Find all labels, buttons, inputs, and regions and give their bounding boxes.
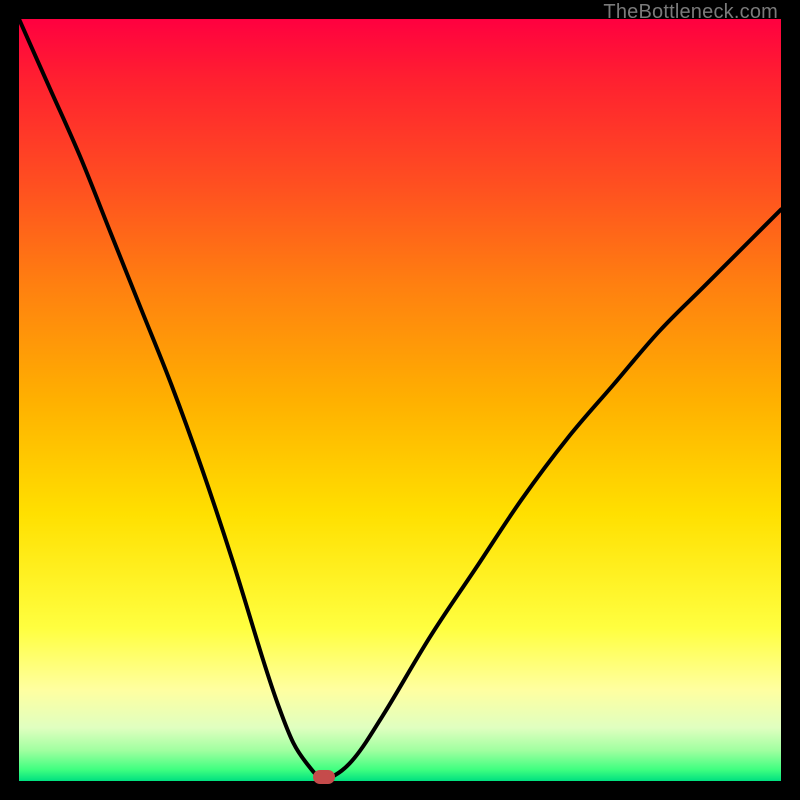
curve-path [19, 19, 781, 779]
watermark-text: TheBottleneck.com [603, 1, 778, 24]
bottleneck-curve [19, 19, 781, 781]
plot-area [19, 19, 781, 781]
chart-frame: TheBottleneck.com [0, 0, 800, 800]
minimum-marker [313, 770, 335, 784]
